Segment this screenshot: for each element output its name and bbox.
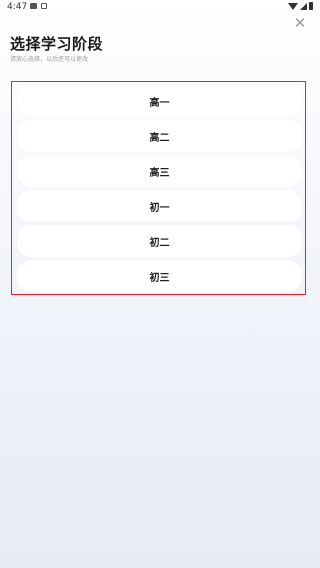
stage-item-gao2[interactable]: 高二 bbox=[17, 120, 302, 152]
stage-label: 初三 bbox=[149, 272, 170, 284]
stage-list: 高一 高二 高三 初一 初二 初三 bbox=[11, 81, 306, 295]
status-time: 4:47 bbox=[7, 2, 28, 12]
stage-item-chu1[interactable]: 初一 bbox=[17, 190, 302, 222]
stage-label: 初一 bbox=[149, 202, 170, 214]
page-subtitle: 请放心选择，以后还可以更改 bbox=[10, 56, 89, 63]
stage-item-gao1[interactable]: 高一 bbox=[17, 85, 302, 117]
close-icon: ✕ bbox=[293, 14, 307, 32]
close-button[interactable]: ✕ bbox=[292, 15, 308, 31]
stage-label: 高二 bbox=[149, 132, 170, 144]
stage-item-chu3[interactable]: 初三 bbox=[17, 260, 302, 292]
stage-label: 初二 bbox=[149, 237, 170, 249]
image-icon bbox=[30, 3, 37, 9]
signal-icon bbox=[300, 2, 307, 10]
notification-icon bbox=[41, 3, 47, 9]
system-icons bbox=[288, 2, 313, 10]
wifi-icon bbox=[288, 2, 298, 10]
stage-label: 高一 bbox=[149, 97, 170, 109]
stage-item-chu2[interactable]: 初二 bbox=[17, 225, 302, 257]
stage-item-gao3[interactable]: 高三 bbox=[17, 155, 302, 187]
status-bar: 4:47 bbox=[0, 0, 320, 14]
battery-icon bbox=[309, 2, 313, 10]
page-title: 选择学习阶段 bbox=[10, 35, 104, 53]
stage-label: 高三 bbox=[149, 167, 170, 179]
